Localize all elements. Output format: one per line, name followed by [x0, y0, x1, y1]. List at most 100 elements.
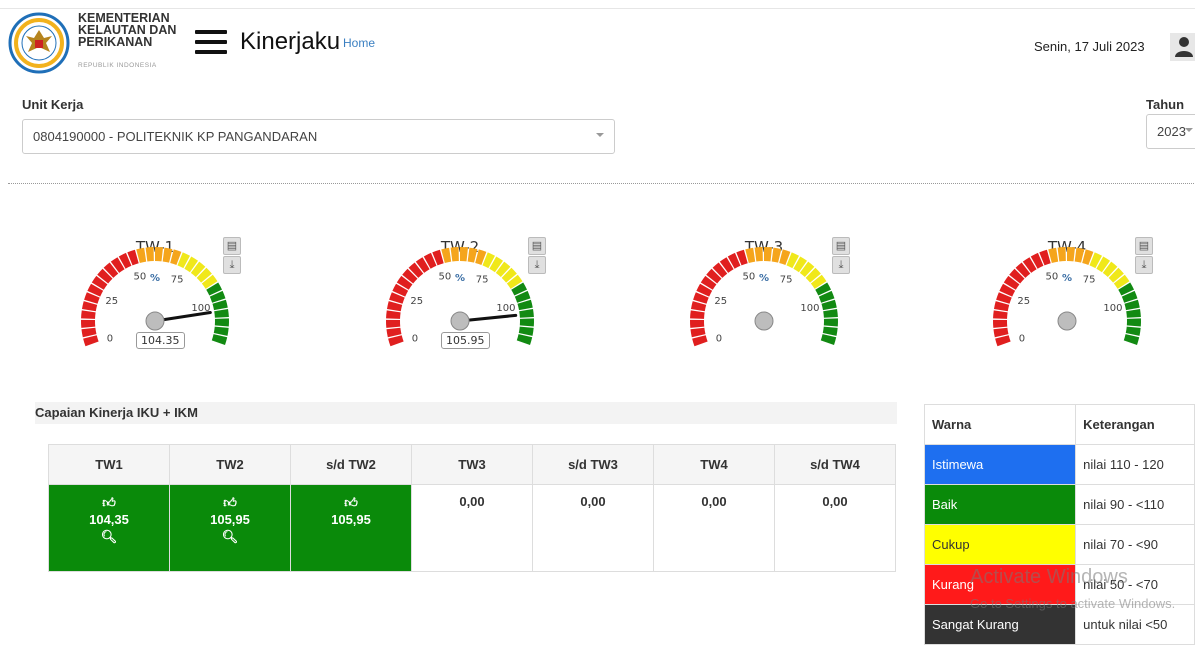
unit-kerja-select[interactable]: 0804190000 - POLITEKNIK KP PANGANDARAN	[22, 119, 615, 154]
gauge-band-segment	[81, 319, 96, 328]
cell-value: 104,35	[89, 512, 129, 527]
legend-col-warna: Warna	[923, 404, 1077, 445]
tahun-label: Tahun	[1146, 97, 1185, 112]
gauge-band-segment	[214, 308, 229, 318]
search-icon[interactable]: 🔍︎	[171, 528, 289, 545]
gauge-band-segment	[995, 335, 1011, 347]
gauge-band-segment	[460, 247, 469, 262]
gauge-unit-label: %	[1062, 273, 1072, 284]
chevron-down-icon	[1185, 128, 1193, 132]
legend-color-cell: Cukup	[923, 524, 1077, 565]
thumbs-up-icon: 👍︎	[344, 495, 358, 510]
legend-color-cell: Istimewa	[923, 444, 1077, 485]
cell-tw3: 0,00	[411, 484, 533, 572]
col-sd-tw2: s/d TW2	[290, 444, 412, 485]
gauge-band-segment	[823, 318, 838, 327]
gauge-band-segment	[388, 335, 404, 347]
activation-watermark: Activate Windows	[970, 566, 1128, 588]
gauge-band-segment	[1126, 308, 1141, 318]
col-tw1: TW1	[48, 444, 170, 485]
gauge-tick-label: 50	[743, 271, 756, 282]
gauge-tick-label: 0	[107, 333, 113, 344]
chevron-down-icon	[596, 133, 604, 137]
org-subtitle: REPUBLIK INDONESIA	[78, 62, 157, 69]
home-link[interactable]: Home	[343, 36, 375, 50]
legend-col-keterangan: Keterangan	[1075, 404, 1195, 445]
menu-toggle-icon[interactable]	[195, 30, 227, 56]
gauge-band-segment	[213, 326, 229, 336]
thumbs-up-icon: 👍︎	[223, 495, 237, 510]
gauge-band-segment	[993, 319, 1008, 328]
gauge-tick-label: 75	[476, 274, 489, 285]
gauge-band-segment	[519, 308, 534, 318]
capaian-table: TW1 TW2 s/d TW2 TW3 s/d TW3 TW4 s/d TW4 …	[48, 444, 896, 572]
gauge-hub	[754, 311, 774, 331]
gauge-band-segment	[692, 335, 708, 347]
section-title: Capaian Kinerja IKU + IKM	[35, 405, 198, 420]
gauge-tick-label: 75	[780, 274, 793, 285]
divider	[8, 183, 1195, 184]
gauge-value-label: 105.95	[441, 332, 490, 349]
gauge-tick-label: 75	[1083, 274, 1096, 285]
cell-sd-tw2: 👍︎ 105,95	[290, 484, 412, 572]
gauge-tick-label: 100	[800, 303, 819, 314]
app-title: Kinerjaku	[240, 28, 341, 55]
gauge-band-segment	[754, 247, 763, 262]
gauge-tick-label: 0	[716, 333, 722, 344]
gauge-unit-label: %	[455, 273, 465, 284]
gauge-band-segment	[386, 319, 401, 328]
gauge-band-segment	[214, 318, 230, 327]
legend-row: Cukup nilai 70 - <90	[923, 524, 1195, 565]
gauge-tick-label: 25	[1017, 296, 1030, 307]
current-date: Senin, 17 Juli 2023	[1034, 39, 1145, 54]
gauge-band-segment	[81, 310, 96, 319]
gauge-tick-label: 50	[134, 271, 147, 282]
gauge-tick-label: 25	[105, 296, 118, 307]
gauge-hub	[145, 311, 165, 331]
col-sd-tw3: s/d TW3	[532, 444, 654, 485]
ministry-logo	[8, 12, 70, 74]
gauge-tick-label: 100	[1103, 303, 1122, 314]
tahun-value: 2023	[1157, 124, 1186, 139]
top-border	[0, 8, 1195, 9]
table-row: 👍︎ 104,35 🔍︎ 👍︎ 105,95 🔍︎ 👍︎ 105,95 0,00…	[48, 484, 896, 572]
gauge-band-segment	[690, 327, 706, 338]
user-icon	[1175, 37, 1193, 57]
thumbs-up-icon: 👍︎	[102, 495, 116, 510]
gauge-band-segment	[1125, 326, 1141, 336]
gauge-hub	[450, 311, 470, 331]
gauge-tick-label: 50	[439, 271, 452, 282]
gauge-band-segment	[820, 334, 837, 345]
tahun-select[interactable]: 2023	[1146, 114, 1195, 149]
gauge-dial: 0 25 50 75 100%	[690, 247, 838, 347]
cell-value: 105,95	[331, 512, 371, 527]
cell-tw4: 0,00	[653, 484, 775, 572]
col-tw2: TW2	[169, 444, 291, 485]
gauge-tick-label: 25	[410, 296, 423, 307]
org-line-3: PERIKANAN	[78, 35, 153, 49]
gauge-band-segment	[690, 310, 705, 319]
gauge-band-segment	[993, 310, 1008, 319]
gauge-band-segment	[1123, 334, 1140, 345]
legend-desc: nilai 90 - <110	[1075, 484, 1195, 525]
gauge-tw2: TW-2 ▤⤓ 0 25 50 75 100% 105.95	[368, 236, 558, 396]
gauge-tick-label: 50	[1046, 271, 1059, 282]
gauge-tick-label: 0	[412, 333, 418, 344]
legend-desc: nilai 70 - <90	[1075, 524, 1195, 565]
col-tw4: TW4	[653, 444, 775, 485]
section-header: Capaian Kinerja IKU + IKM	[35, 402, 897, 424]
col-sd-tw4: s/d TW4	[774, 444, 896, 485]
gauge-band-segment	[211, 334, 228, 345]
gauge-band-segment	[145, 247, 154, 262]
gauge-band-segment	[386, 310, 401, 319]
legend-color-cell: Baik	[923, 484, 1077, 525]
unit-kerja-value: 0804190000 - POLITEKNIK KP PANGANDARAN	[33, 129, 318, 144]
gauge-band-segment	[83, 335, 99, 347]
user-menu-button[interactable]	[1170, 33, 1195, 61]
cell-tw2: 👍︎ 105,95 🔍︎	[169, 484, 291, 572]
gauge-unit-label: %	[759, 273, 769, 284]
search-icon[interactable]: 🔍︎	[50, 528, 168, 545]
gauge-tick-label: 75	[171, 274, 184, 285]
gauge-band-segment	[1067, 247, 1076, 262]
activation-watermark-sub: Go to Settings to activate Windows.	[970, 596, 1176, 611]
